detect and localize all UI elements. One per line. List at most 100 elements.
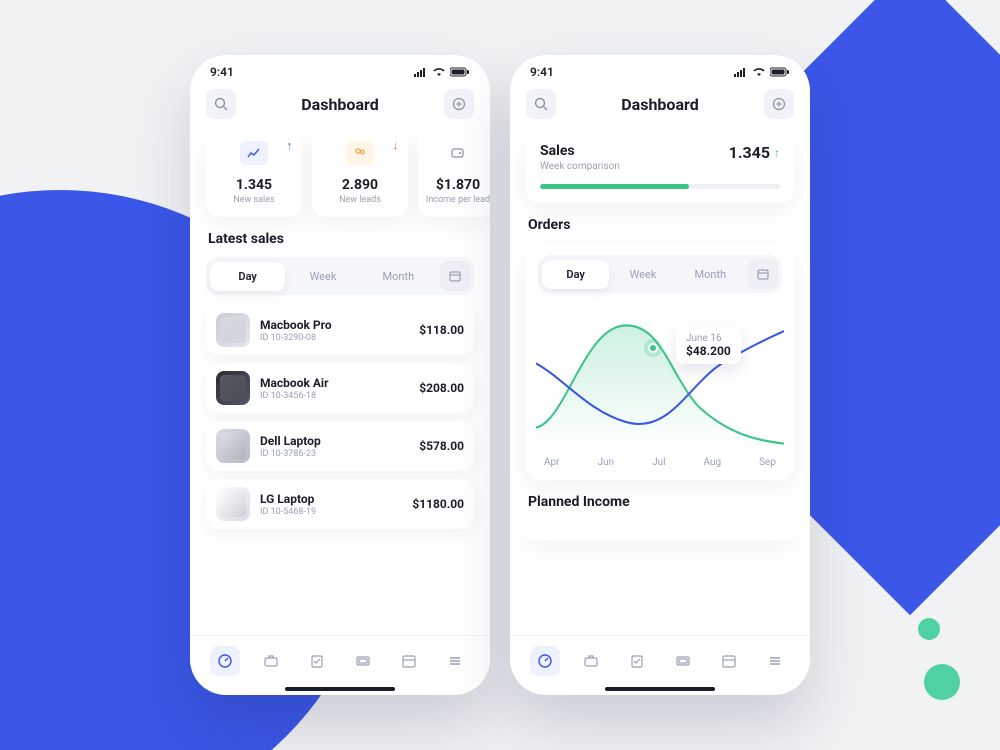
- page-title: Dashboard: [301, 95, 378, 114]
- nav-calendar[interactable]: [714, 646, 744, 676]
- phone-screen-right: 9:41 Dashboard Sales Week comparison 1.3…: [510, 55, 810, 695]
- chart-point: [648, 343, 658, 353]
- trend-up-icon: ↑: [774, 146, 780, 160]
- status-icons: [734, 67, 790, 77]
- time-segment: Day Week Month: [206, 257, 474, 295]
- search-icon: [534, 97, 548, 111]
- latest-sales-title: Latest sales: [208, 231, 474, 247]
- segment-day[interactable]: Day: [542, 260, 609, 289]
- planned-income-title: Planned Income: [528, 494, 794, 510]
- plus-circle-icon: [772, 97, 786, 111]
- chart-tooltip: June 16 $48.200: [676, 327, 741, 364]
- stat-value: $1.870: [436, 177, 480, 193]
- stat-card-new-sales[interactable]: ↑ 1.345 New sales: [206, 129, 302, 217]
- product-price: $118.00: [419, 323, 464, 337]
- plus-circle-icon: [452, 97, 466, 111]
- top-bar: Dashboard: [510, 83, 810, 129]
- x-tick: Jun: [598, 457, 615, 468]
- sale-row[interactable]: Macbook Air ID 10-3456-18 $208.00: [206, 363, 474, 413]
- gauge-icon: [217, 653, 233, 669]
- nav-menu[interactable]: [440, 646, 470, 676]
- product-thumb: [216, 371, 250, 405]
- product-id: ID 10-5468-19: [260, 507, 316, 517]
- chart-x-axis: Apr Jun Jul Aug Sep: [534, 449, 786, 472]
- clipboard-icon: [629, 653, 645, 669]
- product-price: $208.00: [419, 381, 464, 395]
- status-bar: 9:41: [190, 55, 490, 83]
- product-thumb: [216, 429, 250, 463]
- search-icon: [214, 97, 228, 111]
- sale-row[interactable]: LG Laptop ID 10-5468-19 $1180.00: [206, 479, 474, 529]
- nav-briefcase[interactable]: [576, 646, 606, 676]
- accent-dot: [924, 664, 960, 700]
- product-price: $578.00: [419, 439, 464, 453]
- sales-summary-card[interactable]: Sales Week comparison 1.345↑: [526, 129, 794, 203]
- wallet-icon: [444, 141, 472, 165]
- orders-line-chart[interactable]: June 16 $48.200: [536, 299, 784, 449]
- cellular-icon: [414, 67, 428, 77]
- sales-value: 1.345↑: [729, 143, 780, 162]
- nav-tasks[interactable]: [622, 646, 652, 676]
- phone-screen-left: 9:41 Dashboard ↑: [190, 55, 490, 695]
- bottom-nav: [510, 635, 810, 695]
- stat-card-income[interactable]: $1.870 Income per lead: [418, 129, 490, 217]
- bottom-nav: [190, 635, 490, 695]
- calendar-icon: [721, 653, 737, 669]
- x-tick: Sep: [759, 457, 776, 468]
- search-button[interactable]: [206, 89, 236, 119]
- top-bar: Dashboard: [190, 83, 490, 129]
- stat-label: New leads: [339, 195, 381, 205]
- product-thumb: [216, 487, 250, 521]
- stat-value: 2.890: [342, 177, 378, 193]
- clipboard-icon: [309, 653, 325, 669]
- add-button[interactable]: [764, 89, 794, 119]
- nav-dashboard[interactable]: [530, 646, 560, 676]
- home-indicator: [285, 687, 395, 691]
- nav-calendar[interactable]: [394, 646, 424, 676]
- calendar-icon: [757, 268, 769, 280]
- sales-subtitle: Week comparison: [540, 161, 620, 172]
- battery-icon: [450, 67, 470, 77]
- tooltip-date: June 16: [686, 333, 731, 344]
- chart-icon: [240, 141, 268, 165]
- segment-month[interactable]: Month: [361, 262, 436, 291]
- product-name: Dell Laptop: [260, 434, 321, 448]
- tooltip-value: $48.200: [686, 344, 731, 358]
- product-id: ID 10-3456-18: [260, 391, 329, 401]
- nav-briefcase[interactable]: [256, 646, 286, 676]
- status-icons: [414, 67, 470, 77]
- trend-down-icon: ↓: [393, 139, 399, 152]
- wallet-icon: [355, 653, 371, 669]
- calendar-button[interactable]: [440, 261, 470, 291]
- menu-icon: [447, 653, 463, 669]
- product-id: ID 10-3786-23: [260, 449, 321, 459]
- x-tick: Jul: [652, 457, 665, 468]
- planned-income-card-peek[interactable]: [526, 520, 794, 540]
- product-name: Macbook Pro: [260, 318, 332, 332]
- segment-day[interactable]: Day: [210, 262, 285, 291]
- segment-week[interactable]: Week: [609, 260, 676, 289]
- accent-dot: [918, 618, 940, 640]
- x-tick: Apr: [544, 457, 560, 468]
- stat-label: Income per lead: [426, 195, 490, 205]
- nav-wallet[interactable]: [348, 646, 378, 676]
- nav-tasks[interactable]: [302, 646, 332, 676]
- page-title: Dashboard: [621, 95, 698, 114]
- stat-card-new-leads[interactable]: ↓ 2.890 New leads: [312, 129, 408, 217]
- nav-dashboard[interactable]: [210, 646, 240, 676]
- segment-week[interactable]: Week: [285, 262, 360, 291]
- product-name: LG Laptop: [260, 492, 316, 506]
- calendar-button[interactable]: [748, 259, 778, 289]
- time-segment: Day Week Month: [538, 255, 782, 293]
- home-indicator: [605, 687, 715, 691]
- sale-row[interactable]: Dell Laptop ID 10-3786-23 $578.00: [206, 421, 474, 471]
- nav-wallet[interactable]: [668, 646, 698, 676]
- stat-cards: ↑ 1.345 New sales ↓ 2.890 New leads $: [206, 129, 474, 217]
- nav-menu[interactable]: [760, 646, 790, 676]
- product-thumb: [216, 313, 250, 347]
- add-button[interactable]: [444, 89, 474, 119]
- segment-month[interactable]: Month: [677, 260, 744, 289]
- battery-icon: [770, 67, 790, 77]
- search-button[interactable]: [526, 89, 556, 119]
- sale-row[interactable]: Macbook Pro ID 10-3290-08 $118.00: [206, 305, 474, 355]
